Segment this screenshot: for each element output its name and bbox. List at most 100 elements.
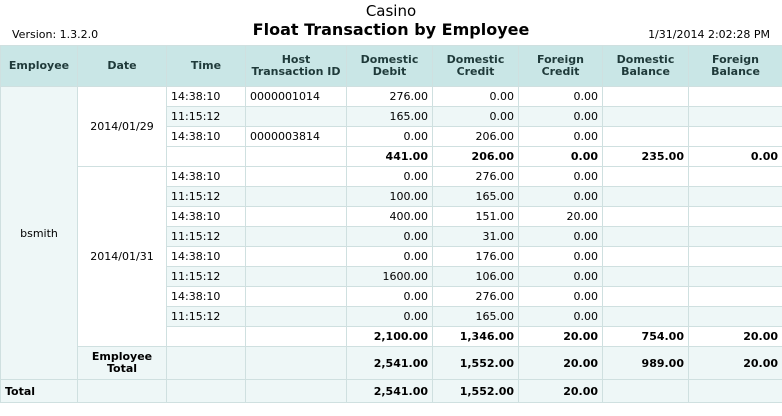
time-cell <box>166 146 246 167</box>
transaction-table: Employee Date Time Host Transaction ID D… <box>0 45 782 403</box>
grand-total-label: Total <box>0 379 78 403</box>
for-balance-cell <box>688 226 782 247</box>
host-id-cell <box>245 326 347 347</box>
host-id-cell <box>245 206 347 227</box>
dom-balance-cell <box>602 306 689 327</box>
employee-total-foreign-credit: 20.00 <box>518 346 603 380</box>
time-cell: 14:38:10 <box>166 206 246 227</box>
host-id-cell <box>245 306 347 327</box>
credit-cell: 165.00 <box>432 186 519 207</box>
host-id-cell: 0000003814 <box>245 126 347 147</box>
host-id-cell <box>245 346 347 380</box>
time-cell <box>166 346 246 380</box>
host-id-cell <box>245 246 347 267</box>
credit-cell: 165.00 <box>432 306 519 327</box>
dom-balance-cell <box>602 286 689 307</box>
grand-total-debit: 2,541.00 <box>346 379 433 403</box>
employee-total-dom-balance: 989.00 <box>602 346 689 380</box>
date-cell: 2014/01/31 <box>77 166 167 347</box>
subtotal-debit: 441.00 <box>346 146 433 167</box>
subtotal-credit: 1,346.00 <box>432 326 519 347</box>
subtotal-debit: 2,100.00 <box>346 326 433 347</box>
foreign-credit-cell: 0.00 <box>518 266 603 287</box>
header-row: Employee Date Time Host Transaction ID D… <box>0 45 782 87</box>
credit-cell: 276.00 <box>432 166 519 187</box>
dom-balance-cell <box>602 206 689 227</box>
employee-total-credit: 1,552.00 <box>432 346 519 380</box>
time-cell: 11:15:12 <box>166 306 246 327</box>
for-balance-cell <box>688 266 782 287</box>
for-balance-cell <box>688 286 782 307</box>
time-cell: 14:38:10 <box>166 86 246 107</box>
time-cell <box>166 326 246 347</box>
col-domestic-debit: Domestic Debit <box>346 45 433 87</box>
foreign-credit-cell: 0.00 <box>518 126 603 147</box>
for-balance-cell <box>688 126 782 147</box>
col-foreign-credit: Foreign Credit <box>518 45 603 87</box>
subtotal-for-balance: 20.00 <box>688 326 782 347</box>
for-balance-cell <box>688 206 782 227</box>
col-host-transaction-id: Host Transaction ID <box>245 45 347 87</box>
foreign-credit-cell: 0.00 <box>518 226 603 247</box>
host-id-cell <box>245 106 347 127</box>
employee-total-for-balance: 20.00 <box>688 346 782 380</box>
debit-cell: 0.00 <box>346 286 433 307</box>
credit-cell: 0.00 <box>432 86 519 107</box>
host-id-cell <box>245 226 347 247</box>
host-id-cell <box>245 186 347 207</box>
debit-cell: 100.00 <box>346 186 433 207</box>
foreign-credit-cell: 0.00 <box>518 186 603 207</box>
dom-balance-cell <box>602 186 689 207</box>
debit-cell: 400.00 <box>346 206 433 227</box>
for-balance-cell <box>688 166 782 187</box>
grand-total-row: Total 2,541.00 1,552.00 20.00 <box>0 379 782 403</box>
dom-balance-cell <box>602 166 689 187</box>
col-date: Date <box>77 45 167 87</box>
host-id-cell <box>245 286 347 307</box>
employee-total-debit: 2,541.00 <box>346 346 433 380</box>
foreign-credit-cell: 0.00 <box>518 106 603 127</box>
for-balance-cell <box>688 379 782 403</box>
time-cell: 14:38:10 <box>166 286 246 307</box>
foreign-credit-cell: 0.00 <box>518 286 603 307</box>
date-cell: 2014/01/29 <box>77 86 167 167</box>
dom-balance-cell <box>602 266 689 287</box>
credit-cell: 0.00 <box>432 106 519 127</box>
for-balance-cell <box>688 86 782 107</box>
col-domestic-credit: Domestic Credit <box>432 45 519 87</box>
time-cell: 14:38:10 <box>166 126 246 147</box>
credit-cell: 276.00 <box>432 286 519 307</box>
table-row: bsmith 2014/01/29 14:38:10 0000001014 276.00… <box>0 86 782 380</box>
subtotal-credit: 206.00 <box>432 146 519 167</box>
time-cell: 11:15:12 <box>166 106 246 127</box>
subtotal-for-balance: 0.00 <box>688 146 782 167</box>
time-cell: 11:15:12 <box>166 186 246 207</box>
dom-balance-cell <box>602 86 689 107</box>
dom-balance-cell <box>602 379 689 403</box>
dom-balance-cell <box>602 106 689 127</box>
col-employee: Employee <box>0 45 78 87</box>
debit-cell: 165.00 <box>346 106 433 127</box>
for-balance-cell <box>688 106 782 127</box>
subtotal-dom-balance: 235.00 <box>602 146 689 167</box>
dom-balance-cell <box>602 126 689 147</box>
table-body: bsmith 2014/01/29 14:38:10 0000001014 276.00… <box>0 86 782 403</box>
col-domestic-balance: Domestic Balance <box>602 45 689 87</box>
subtotal-foreign-credit: 0.00 <box>518 146 603 167</box>
for-balance-cell <box>688 186 782 207</box>
host-id-cell <box>245 266 347 287</box>
time-cell <box>166 379 246 403</box>
employee-cell: bsmith <box>0 86 78 380</box>
employee-total-label: Employee Total <box>77 346 167 380</box>
col-time: Time <box>166 45 246 87</box>
grand-total-foreign-credit: 20.00 <box>518 379 603 403</box>
subtotal-foreign-credit: 20.00 <box>518 326 603 347</box>
credit-cell: 206.00 <box>432 126 519 147</box>
host-id-cell <box>245 166 347 187</box>
host-id-cell <box>245 146 347 167</box>
credit-cell: 151.00 <box>432 206 519 227</box>
debit-cell: 0.00 <box>346 166 433 187</box>
host-id-cell <box>245 379 347 403</box>
debit-cell: 1600.00 <box>346 266 433 287</box>
time-cell: 11:15:12 <box>166 266 246 287</box>
